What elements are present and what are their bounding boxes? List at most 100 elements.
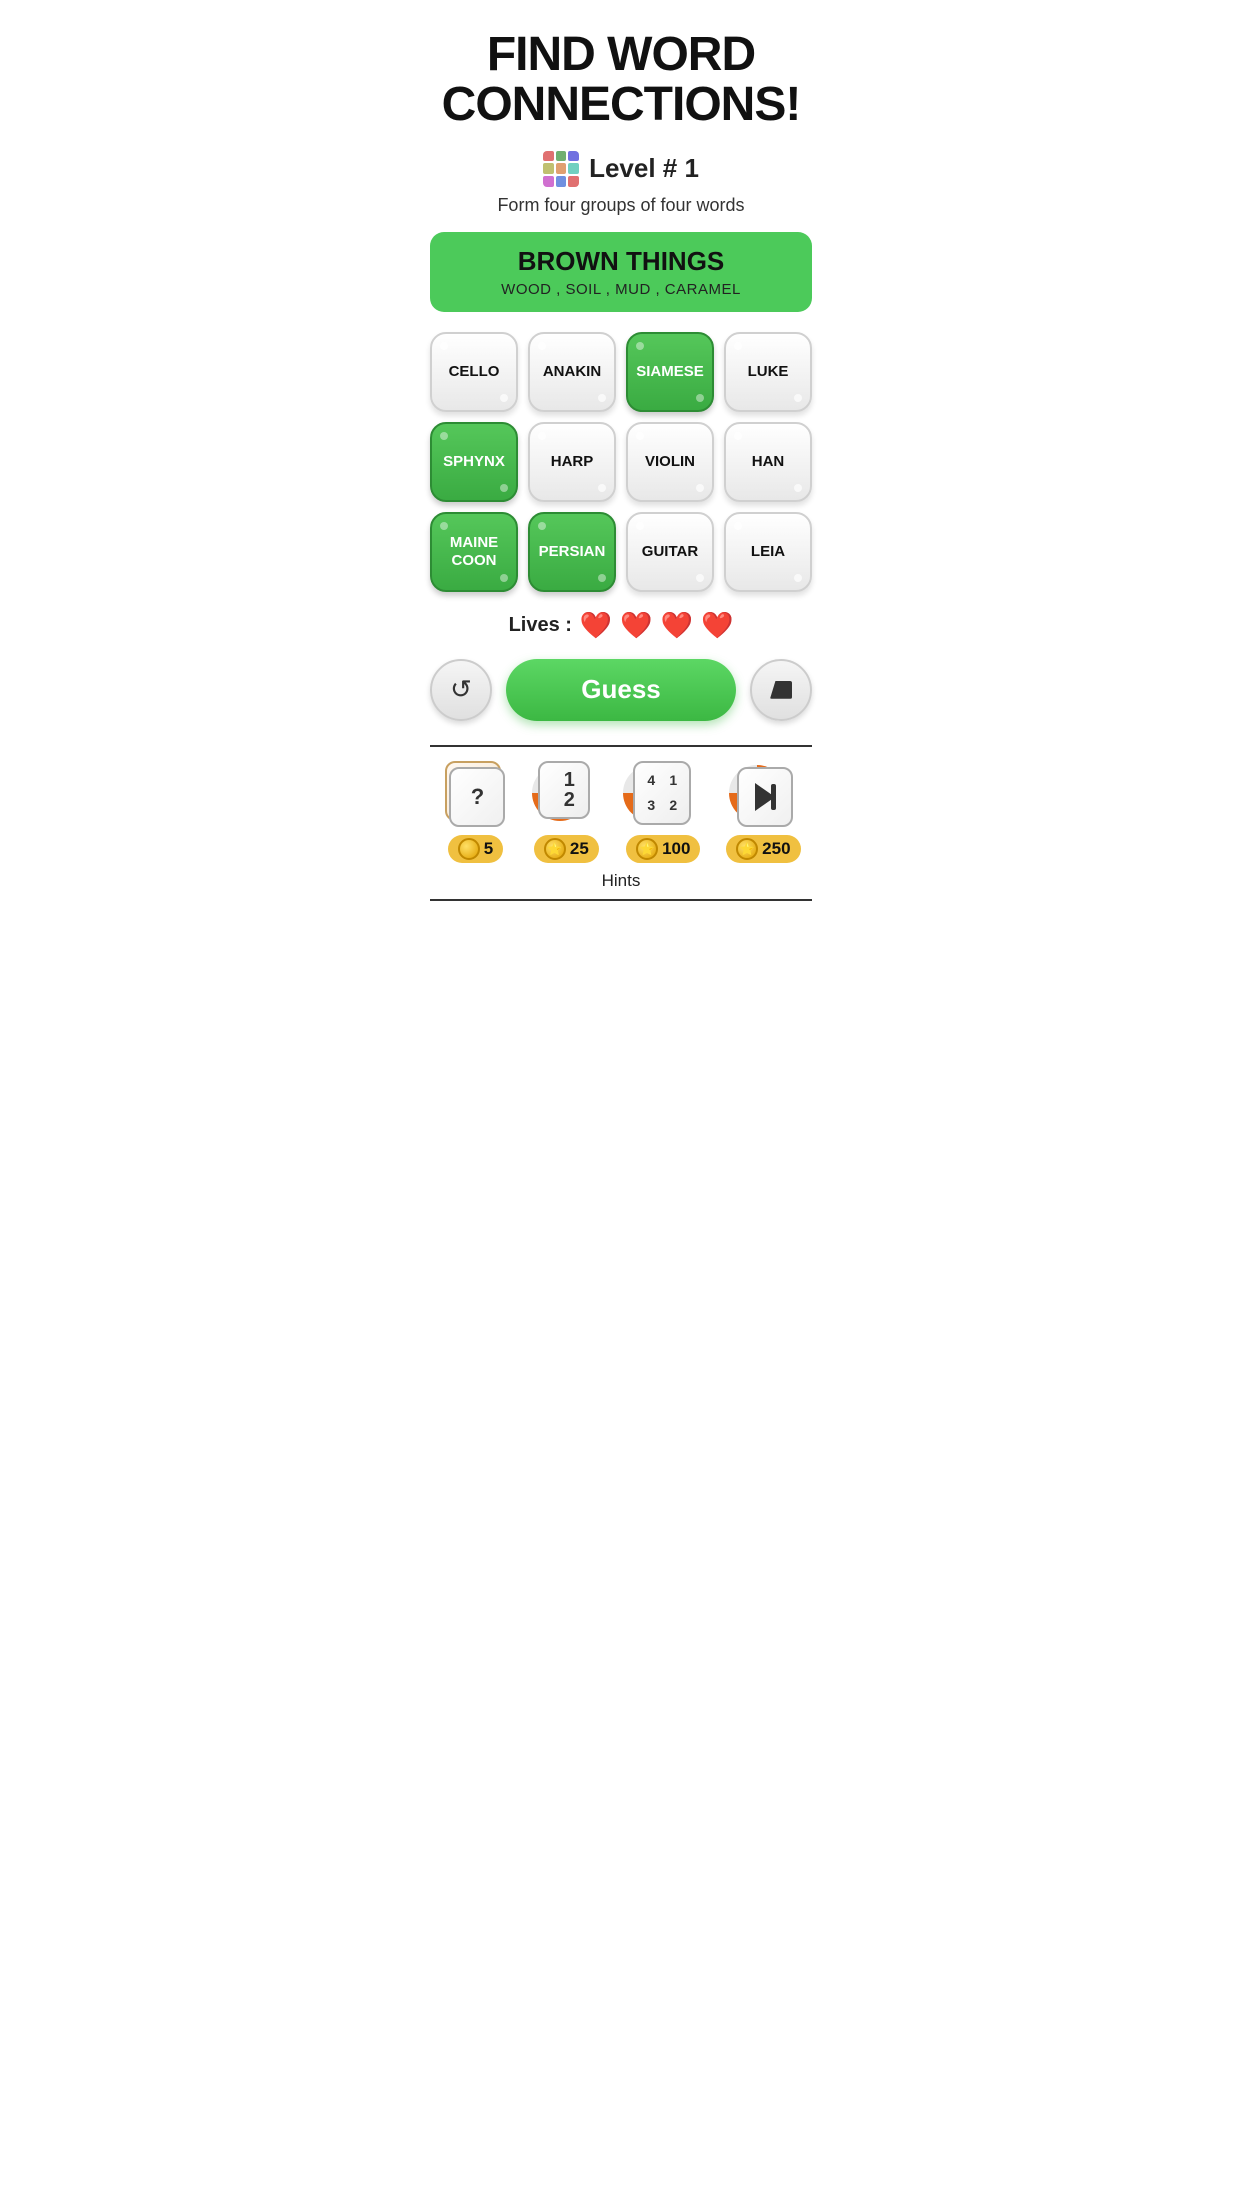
- guess-button[interactable]: Guess: [506, 659, 736, 721]
- grid-cell: [556, 151, 567, 162]
- hint-question-icon: ?: [441, 761, 509, 829]
- hint-swap-price: 25: [570, 839, 589, 859]
- tile-text-anakin: ANAKIN: [543, 363, 601, 381]
- hint-reveal-card: 4 1 3 2: [633, 761, 691, 825]
- coin-icon: [458, 838, 480, 860]
- tile-dot-br: [794, 484, 802, 492]
- grid-cell: [568, 151, 579, 162]
- tile-text-luke: LUKE: [748, 363, 789, 381]
- hint-swap[interactable]: 1 2 ⭐ 25: [532, 761, 600, 863]
- tile-dot-tl: [734, 342, 742, 350]
- hint-swap-cost: ⭐ 25: [534, 835, 599, 863]
- tile-dot-tl: [440, 342, 448, 350]
- hint-reveal-price: 100: [662, 839, 690, 859]
- hint-reveal-cost: ⭐ 100: [626, 835, 700, 863]
- tile-dot-br: [598, 574, 606, 582]
- tile-dot-br: [500, 394, 508, 402]
- refresh-button[interactable]: ↺: [430, 659, 492, 721]
- category-banner: BROWN THINGS WOOD , SOIL , MUD , CARAMEL: [430, 232, 812, 312]
- heart-4: ❤️: [701, 610, 733, 641]
- tile-dot-tl: [538, 342, 546, 350]
- hint-swap-icon: 1 2: [532, 761, 600, 829]
- word-tile-siamese[interactable]: SIAMESE: [626, 332, 714, 412]
- subtitle: Form four groups of four words: [497, 195, 744, 216]
- action-row: ↺ Guess: [430, 659, 812, 721]
- hints-row: ? 5 1 2: [430, 761, 812, 863]
- hints-footer-label: Hints: [430, 871, 812, 891]
- tile-dot-tl: [636, 432, 644, 440]
- hint-skip-cost: ⭐ 250: [726, 835, 800, 863]
- lives-row: Lives : ❤️ ❤️ ❤️ ❤️: [509, 610, 734, 641]
- grid-cell: [543, 151, 554, 162]
- tile-dot-tl: [440, 432, 448, 440]
- eraser-icon: [770, 681, 792, 699]
- tile-text-han: HAN: [752, 453, 785, 471]
- main-title: FIND WORD CONNECTIONS!: [442, 30, 801, 131]
- hint-question-cost: 5: [448, 835, 503, 863]
- hints-section: ? 5 1 2: [430, 745, 812, 901]
- tile-dot-tl: [538, 432, 546, 440]
- hint-question-price: 5: [484, 839, 493, 859]
- grid-cell: [556, 163, 567, 174]
- tile-dot-br: [696, 574, 704, 582]
- word-tile-harp[interactable]: HARP: [528, 422, 616, 502]
- word-tile-anakin[interactable]: ANAKIN: [528, 332, 616, 412]
- grid-cell: [568, 176, 579, 187]
- refresh-icon: ↺: [450, 674, 472, 705]
- word-tile-cello[interactable]: CELLO: [430, 332, 518, 412]
- heart-1: ❤️: [580, 610, 612, 641]
- tile-text-persian: PERSIAN: [539, 543, 606, 561]
- tile-dot-br: [598, 394, 606, 402]
- tile-dot-tl: [440, 522, 448, 530]
- category-words: WOOD , SOIL , MUD , CARAMEL: [450, 281, 792, 298]
- word-tile-guitar[interactable]: GUITAR: [626, 512, 714, 592]
- hint-skip-icon: [729, 761, 797, 829]
- hint-skip-price: 250: [762, 839, 790, 859]
- hint-question[interactable]: ? 5: [441, 761, 509, 863]
- tile-dot-tl: [734, 522, 742, 530]
- tile-dot-tl: [538, 522, 546, 530]
- tile-dot-br: [794, 574, 802, 582]
- hint-swap-card: 1 2: [538, 761, 590, 819]
- word-grid: CELLO ANAKIN SIAMESE LUKE SPHYNX HARP VIOLIN HA…: [430, 332, 812, 592]
- word-tile-leia[interactable]: LEIA: [724, 512, 812, 592]
- tile-dot-tl: [636, 342, 644, 350]
- tile-text-siamese: SIAMESE: [636, 363, 704, 381]
- word-tile-maine-coon[interactable]: MAINE COON: [430, 512, 518, 592]
- hint-skip-card: [737, 767, 793, 827]
- coin-star-icon2: ⭐: [636, 838, 658, 860]
- tile-dot-br: [598, 484, 606, 492]
- tile-text-leia: LEIA: [751, 543, 785, 561]
- title-line1: FIND WORD: [487, 28, 755, 81]
- hint-reveal[interactable]: 4 1 3 2 ⭐ 100: [623, 761, 703, 863]
- tile-dot-br: [696, 394, 704, 402]
- level-row: Level # 1: [543, 151, 699, 187]
- lives-label: Lives :: [509, 614, 572, 637]
- tile-text-maine-coon: MAINE COON: [436, 534, 512, 570]
- tile-dot-br: [500, 484, 508, 492]
- word-tile-violin[interactable]: VIOLIN: [626, 422, 714, 502]
- level-text: Level # 1: [589, 153, 699, 184]
- eraser-button[interactable]: [750, 659, 812, 721]
- hint-card-front: ?: [449, 767, 505, 827]
- heart-3: ❤️: [661, 610, 693, 641]
- skip-bar-icon: [771, 784, 776, 810]
- tile-text-harp: HARP: [551, 453, 594, 471]
- tile-dot-tl: [636, 522, 644, 530]
- hint-skip[interactable]: ⭐ 250: [726, 761, 800, 863]
- tile-text-cello: CELLO: [449, 363, 500, 381]
- category-title: BROWN THINGS: [450, 246, 792, 277]
- coin-star-icon3: ⭐: [736, 838, 758, 860]
- tile-text-sphynx: SPHYNX: [443, 453, 505, 471]
- word-tile-luke[interactable]: LUKE: [724, 332, 812, 412]
- grid-cell: [543, 176, 554, 187]
- coin-star-icon: ⭐: [544, 838, 566, 860]
- tile-text-violin: VIOLIN: [645, 453, 695, 471]
- grid-cell: [556, 176, 567, 187]
- word-tile-han[interactable]: HAN: [724, 422, 812, 502]
- grid-cell: [568, 163, 579, 174]
- tile-dot-br: [794, 394, 802, 402]
- word-tile-persian[interactable]: PERSIAN: [528, 512, 616, 592]
- tile-text-guitar: GUITAR: [642, 543, 698, 561]
- word-tile-sphynx[interactable]: SPHYNX: [430, 422, 518, 502]
